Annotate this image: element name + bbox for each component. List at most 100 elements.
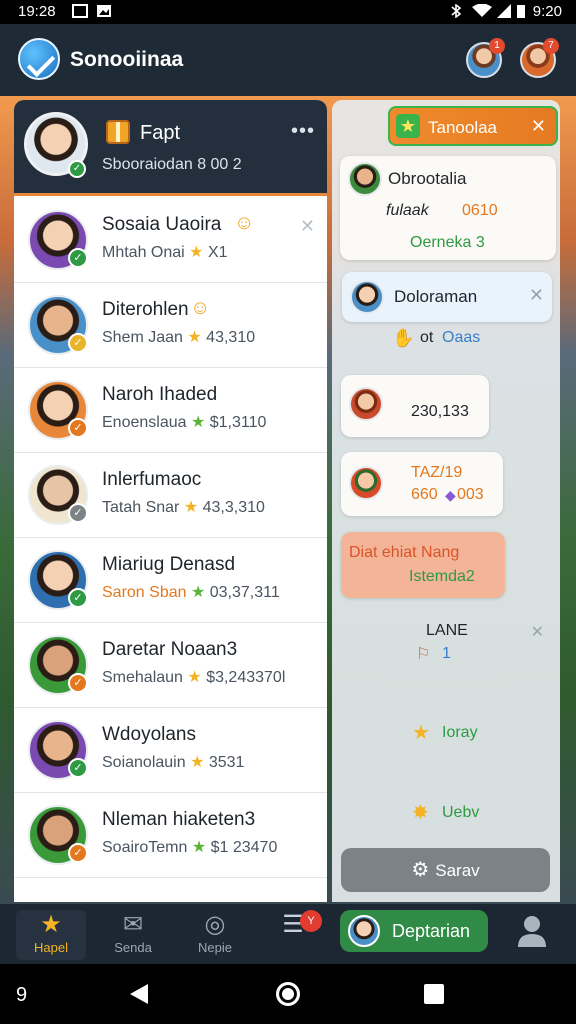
- friend-meta-prefix: Enoenslaua: [102, 414, 187, 431]
- star-icon: ★: [187, 839, 211, 856]
- chat-bubble-4[interactable]: TAZ/19 660 ◆ 003: [341, 452, 503, 516]
- close-icon[interactable]: ✕: [531, 622, 544, 642]
- friend-name: Inlerfumaoc: [102, 469, 202, 490]
- header-badge-2: 7: [543, 38, 559, 54]
- star-icon: ★: [396, 114, 420, 138]
- star-icon: ★: [412, 722, 430, 744]
- status-check-icon: ✓: [68, 843, 88, 863]
- nav-home[interactable]: ★ Hapel: [16, 910, 86, 960]
- gear-icon: ⚙: [411, 859, 430, 881]
- friend-row[interactable]: ✓ Nleman hiaketen3 SoairoTemn ★ $1 23470: [14, 793, 327, 878]
- chat-bubble-2[interactable]: Doloraman ✕: [342, 272, 552, 322]
- bottom-nav: ★ Hapel ✉ Senda ◎ Nepie ☰: [0, 904, 576, 964]
- home-icon[interactable]: [276, 982, 300, 1006]
- avatar: [349, 387, 383, 421]
- avatar: [348, 162, 382, 196]
- system-nav-number: 9: [16, 984, 28, 1006]
- friend-row[interactable]: ✓ Daretar Noaan3 Smehalaun ★ $3,243370l: [14, 623, 327, 708]
- friend-row[interactable]: ✓ Sosaia Uaoira ☺ Mhtah Onai ★ X1 ✕: [14, 198, 327, 283]
- save-button[interactable]: ⚙ Sarav: [341, 848, 550, 892]
- status-clock: 9:20: [532, 3, 562, 20]
- person-icon[interactable]: [516, 914, 548, 948]
- app-logo-icon: [18, 38, 60, 80]
- more-options-icon[interactable]: •••: [291, 120, 315, 143]
- nav-send[interactable]: ✉ Senda: [98, 910, 168, 960]
- profile-header: ✓ Fapt Sbooraiodan 8 00 2 •••: [14, 100, 327, 196]
- notification-icon: [72, 4, 88, 18]
- close-icon[interactable]: ✕: [531, 116, 546, 137]
- chat-reply-link[interactable]: Oaas: [442, 329, 480, 347]
- friend-name: Naroh Ihaded: [102, 384, 218, 405]
- chat-item-7[interactable]: ★ Ioray: [412, 720, 532, 748]
- star-icon: ★: [182, 329, 207, 346]
- chat-bubble-5[interactable]: Diat ehiat Nang Istemda2: [341, 532, 505, 598]
- app-header: Sonooiinaa 1 7: [0, 24, 576, 96]
- battery-icon: [517, 5, 525, 18]
- recents-icon[interactable]: [424, 984, 444, 1004]
- status-check-icon: ✓: [68, 673, 88, 693]
- chat-item-6[interactable]: LANE ✕ ⚐ 1: [400, 618, 550, 668]
- star-icon: ★: [179, 499, 203, 516]
- chat-tab-label: Tanoolaa: [428, 118, 498, 137]
- friend-meta: Soianolauin ★ 3531: [102, 752, 244, 772]
- header-badge-1: 1: [489, 38, 505, 54]
- chat-bubble-1[interactable]: Obrootalia fulaak 0610 Oerneka 3: [340, 156, 556, 260]
- chat-item-label: Ioray: [442, 724, 478, 741]
- status-check-icon: ✓: [68, 588, 88, 608]
- nav-news[interactable]: ◎ Nepie: [180, 910, 250, 960]
- chat-bubble-line: 660: [411, 486, 438, 503]
- star-icon: ★: [40, 911, 62, 938]
- status-check-icon: ✓: [68, 248, 88, 268]
- close-icon[interactable]: ✕: [529, 285, 544, 306]
- friend-row[interactable]: ✓ Naroh Ihaded Enoenslaua ★ $1,3110: [14, 368, 327, 453]
- save-label: Sarav: [435, 861, 480, 880]
- friend-meta-value: 43,310: [206, 329, 256, 346]
- friend-name: Diterohlen: [102, 299, 189, 320]
- online-check-icon: ✓: [68, 160, 86, 178]
- friend-name: Daretar Noaan3: [102, 639, 238, 660]
- smile-emoji-icon: ☺: [190, 297, 211, 319]
- status-bar: 19:28 9:20: [0, 0, 576, 24]
- chat-tab[interactable]: ★ Tanoolaa ✕: [388, 106, 558, 146]
- bluetooth-icon: [451, 4, 462, 18]
- chat-bubble-3[interactable]: 230,133: [341, 375, 489, 437]
- star-icon: ★: [185, 754, 209, 771]
- chat-item-title: LANE: [426, 622, 468, 639]
- friend-row[interactable]: ✓ Wdoyolans Soianolauin ★ 3531: [14, 708, 327, 793]
- friend-meta: Smehalaun ★ $3,243370l: [102, 667, 285, 687]
- nav-label: Nepie: [198, 940, 232, 955]
- chat-item-8[interactable]: ✸ Uebv: [412, 800, 532, 828]
- nav-profile-pill[interactable]: Deptarian: [340, 910, 488, 952]
- friend-meta: Tatah Snar ★ 43,3,310: [102, 497, 265, 517]
- nav-badge: Y: [300, 910, 322, 932]
- chat-bubble-name: Doloraman: [394, 287, 478, 306]
- close-icon[interactable]: ✕: [300, 216, 315, 237]
- friend-row[interactable]: ✓ Diterohlen ☺ Shem Jaan ★ 43,310: [14, 283, 327, 368]
- gift-icon[interactable]: [106, 120, 130, 144]
- friend-meta: Enoenslaua ★ $1,3110: [102, 412, 266, 432]
- chat-bubble-value: 0610: [462, 202, 498, 219]
- search-icon: ◎: [204, 911, 226, 938]
- chat-bubble-line: Diat ehiat Nang: [349, 544, 460, 561]
- friend-meta-value: 3531: [208, 754, 245, 771]
- star-icon: ★: [182, 669, 207, 686]
- friend-name: Miariug Denasd: [102, 554, 236, 575]
- friend-row[interactable]: ✓ Miariug Denasd Saron Sban ★ 03,37,311: [14, 538, 327, 623]
- chat-item-label: Uebv: [442, 804, 480, 821]
- friend-meta-prefix: Tatah Snar: [102, 499, 180, 516]
- chat-bubble-line: Istemda2: [409, 568, 475, 585]
- app-title: Sonooiinaa: [70, 48, 184, 71]
- signal-icon: [497, 4, 511, 18]
- friend-row[interactable]: ✓ Inlerfumaoc Tatah Snar ★ 43,3,310: [14, 453, 327, 538]
- star-icon: ★: [186, 584, 210, 601]
- system-nav-bar: 9: [0, 964, 576, 1024]
- back-icon[interactable]: [130, 984, 148, 1004]
- chat-reply-text: ot: [420, 329, 434, 346]
- friend-meta-value: X1: [207, 244, 228, 261]
- star-icon: ★: [184, 244, 208, 261]
- status-check-icon: ✓: [68, 333, 88, 353]
- friend-meta-value: 03,37,311: [209, 584, 280, 601]
- friend-meta-value: 43,3,310: [202, 499, 265, 516]
- image-icon: [97, 5, 111, 17]
- friend-name: Nleman hiaketen3: [102, 809, 256, 830]
